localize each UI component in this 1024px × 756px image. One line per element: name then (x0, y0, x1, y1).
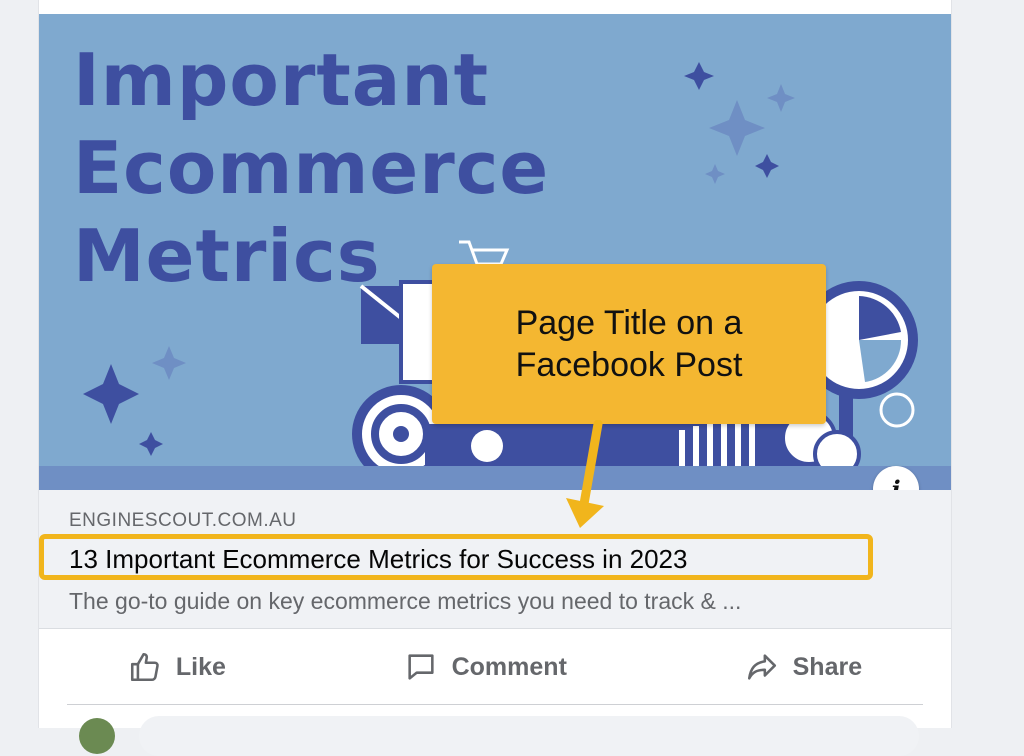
like-icon (130, 652, 159, 682)
like-label: Like (175, 652, 226, 681)
sparkle-icon (709, 100, 765, 156)
comment-button[interactable]: Comment (384, 642, 587, 692)
cart-icon (459, 240, 510, 266)
link-title[interactable]: 13 Important Ecommerce Metrics for Succe… (69, 544, 687, 575)
link-description: The go-to guide on key ecommerce metrics… (69, 588, 742, 614)
link-domain: ENGINESCOUT.COM.AU (69, 510, 297, 531)
share-label: Share (792, 652, 863, 681)
comment-icon (408, 654, 434, 680)
sparkle-icon (767, 84, 795, 112)
callout-text: Page Title on a Facebook Post (515, 304, 743, 384)
comment-input[interactable] (139, 716, 919, 756)
avatar[interactable] (79, 718, 115, 754)
annotation-arrow (566, 420, 604, 528)
actions-divider (67, 704, 923, 705)
sparkle-icon (83, 364, 139, 424)
comment-label: Comment (451, 652, 567, 681)
sparkle-icon (152, 346, 186, 380)
like-button[interactable]: Like (108, 642, 246, 692)
sparkle-icon (755, 154, 779, 178)
post-actions: Like Comment Share (39, 629, 951, 705)
sparkle-icon (705, 164, 725, 184)
post-top-gap (39, 0, 951, 14)
share-button[interactable]: Share (725, 642, 882, 692)
annotation-callout: Page Title on a Facebook Post (432, 264, 826, 424)
sparkle-icon (139, 432, 163, 456)
link-preview-text[interactable]: ENGINESCOUT.COM.AU 13 Important Ecommerc… (39, 490, 951, 629)
sparkle-icon (684, 62, 714, 90)
share-icon (747, 654, 776, 680)
